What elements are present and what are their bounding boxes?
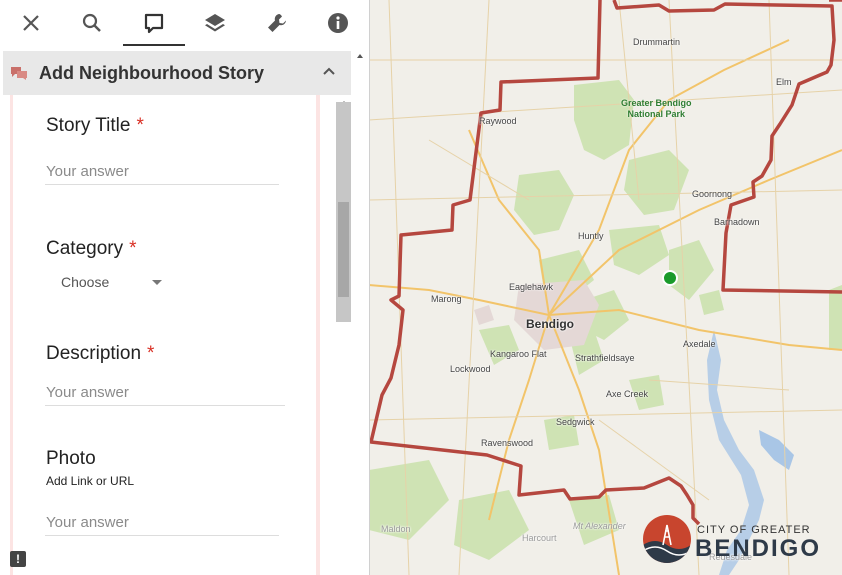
feedback-icon[interactable]: ! (10, 551, 26, 567)
logo-emblem-icon (643, 515, 691, 563)
map-label-lockwood: Lockwood (450, 364, 491, 374)
comments-icon (9, 65, 29, 81)
map-view[interactable]: Drummartin Elm Raywood Goornong Barnadow… (369, 0, 842, 575)
photo-url-input[interactable] (45, 509, 279, 536)
map-label-sedgwick: Sedgwick (556, 417, 595, 427)
map-label-ravenswood: Ravenswood (481, 438, 534, 448)
story-title-label: Story Title * (46, 115, 144, 136)
map-label-marong: Marong (431, 294, 462, 304)
category-select-value: Choose (61, 274, 110, 290)
search-icon (83, 13, 102, 32)
map-label-maldon: Maldon (381, 524, 411, 534)
map-label-strathfieldsaye: Strathfieldsaye (575, 353, 635, 363)
story-section-header[interactable]: Add Neighbourhood Story (3, 51, 351, 95)
wrench-icon (267, 14, 286, 32)
chevron-up-icon[interactable] (321, 63, 337, 79)
side-panel: Add Neighbourhood Story Story Title* Cat… (0, 0, 370, 575)
map-label-huntly: Huntly (578, 231, 604, 241)
required-mark: * (147, 343, 155, 364)
map-label-mt-alexander: Mt Alexander (573, 521, 626, 531)
story-section-title: Add Neighbourhood Story (39, 62, 264, 83)
panel-scrollbar[interactable] (353, 52, 367, 572)
comment-icon (144, 13, 163, 34)
map-label-elm: Elm (776, 77, 792, 87)
photo-help-text: Add Link or URL (46, 474, 135, 488)
map-label-national-park: Greater Bendigo National Park (621, 98, 692, 119)
city-of-greater-bendigo-logo: CITY OF GREATER BENDIGO (643, 515, 833, 570)
search-button[interactable] (62, 0, 124, 46)
category-label: Category * (46, 238, 137, 259)
scrollbar-thumb[interactable] (338, 202, 349, 297)
scroll-up-icon[interactable] (357, 54, 363, 58)
map-label-goornong: Goornong (692, 189, 733, 199)
description-label: Description * (46, 343, 155, 364)
layers-button[interactable] (185, 0, 247, 46)
map-label-harcourt: Harcourt (522, 533, 557, 543)
form-scrollbar[interactable] (336, 97, 352, 322)
info-button[interactable] (308, 0, 370, 46)
category-select[interactable]: Choose (61, 272, 171, 292)
layers-icon (205, 14, 226, 32)
photo-label: Photo (46, 448, 96, 469)
map-label-axedale: Axedale (683, 339, 716, 349)
map-label-raywood: Raywood (479, 116, 517, 126)
map-base-layer (369, 0, 842, 575)
tools-button[interactable] (246, 0, 308, 46)
map-label-eaglehawk: Eaglehawk (509, 282, 554, 292)
required-mark: * (129, 238, 137, 259)
toolbar (0, 0, 369, 46)
map-label-barnadown: Barnadown (714, 217, 760, 227)
map-label-bendigo: Bendigo (526, 317, 574, 331)
map-label-kangaroo-flat: Kangaroo Flat (490, 349, 547, 359)
required-mark: * (136, 115, 144, 136)
info-icon (328, 13, 349, 33)
story-button[interactable] (123, 0, 185, 46)
close-button[interactable] (0, 0, 62, 46)
close-icon (22, 15, 39, 31)
dropdown-caret-icon (152, 280, 162, 285)
map-label-drummartin: Drummartin (633, 37, 681, 47)
map-label-axe-creek: Axe Creek (606, 389, 649, 399)
logo-text-line2: BENDIGO (695, 535, 822, 562)
location-marker (662, 270, 678, 286)
description-input[interactable] (45, 379, 285, 406)
story-title-input[interactable] (45, 158, 279, 185)
